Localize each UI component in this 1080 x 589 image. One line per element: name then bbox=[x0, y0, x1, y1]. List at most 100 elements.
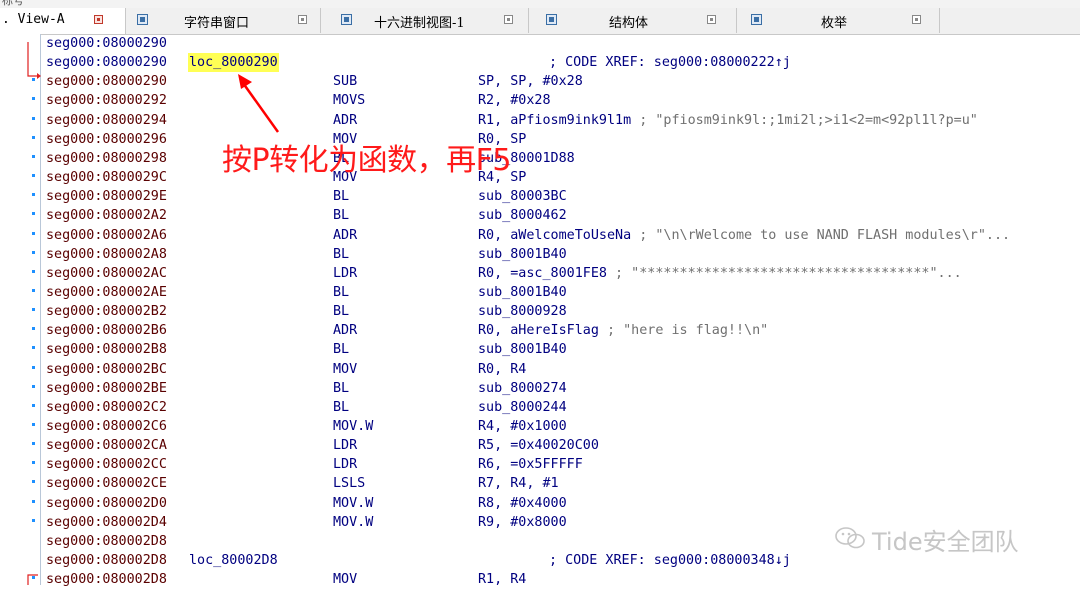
operands[interactable]: R8, #0x4000 bbox=[478, 494, 567, 513]
disasm-row[interactable]: seg000:08000290 loc_8000290 ; CODE XREF: s… bbox=[0, 53, 1080, 73]
address[interactable]: seg000:08000292 bbox=[46, 91, 167, 110]
operands[interactable]: sub_8001B40 bbox=[478, 283, 567, 302]
address[interactable]: seg000:080002BC bbox=[46, 360, 167, 379]
mnemonic[interactable]: ADR bbox=[333, 111, 357, 130]
mnemonic[interactable]: MOV.W bbox=[333, 494, 373, 513]
tab-enums[interactable]: 枚举 bbox=[737, 8, 940, 33]
mnemonic[interactable]: LSLS bbox=[333, 474, 365, 493]
tab-hex-view[interactable]: 十六进制视图-1 bbox=[321, 8, 529, 33]
operands[interactable]: R1, aPfiosm9ink9l1m ; "pfiosm9ink9l:;1mi… bbox=[478, 111, 978, 130]
mnemonic[interactable]: LDR bbox=[333, 436, 357, 455]
operand-text[interactable]: R1, aPfiosm9ink9l1m bbox=[478, 113, 631, 128]
operands[interactable]: sub_8001B40 bbox=[478, 340, 567, 359]
operand-text[interactable]: R6, =0x5FFFFF bbox=[478, 457, 583, 472]
address[interactable]: seg000:080002D8 bbox=[46, 570, 167, 589]
disasm-row[interactable]: seg000:08000290 SUB SP, SP, #0x28 bbox=[0, 72, 1080, 91]
address[interactable]: seg000:08000290 bbox=[46, 72, 167, 91]
operands[interactable]: sub_8001B40 bbox=[478, 245, 567, 264]
disasm-row[interactable]: seg000:080002B6 ADR R0, aHereIsFlag ; "her… bbox=[0, 321, 1080, 340]
operand-text[interactable]: R0, =asc_8001FE8 bbox=[478, 266, 607, 281]
address[interactable]: seg000:08000294 bbox=[46, 111, 167, 130]
operands[interactable]: sub_8000462 bbox=[478, 206, 567, 225]
address[interactable]: seg000:080002CE bbox=[46, 474, 167, 493]
operand-text[interactable]: R9, #0x8000 bbox=[478, 515, 567, 530]
address[interactable]: seg000:080002BE bbox=[46, 379, 167, 398]
disasm-row[interactable]: seg000:080002CA LDR R5, =0x40020C00 bbox=[0, 436, 1080, 455]
mnemonic[interactable]: MOV bbox=[333, 360, 357, 379]
operands[interactable]: SP, SP, #0x28 bbox=[478, 72, 583, 91]
address[interactable]: seg000:080002A6 bbox=[46, 226, 167, 245]
operands[interactable]: R1, R4 bbox=[478, 570, 526, 589]
code-xref-comment[interactable]: ; CODE XREF: seg000:08000348↓j bbox=[549, 551, 791, 570]
operand-text[interactable]: sub_8001B40 bbox=[478, 342, 567, 357]
disasm-row[interactable]: seg000:080002C6 MOV.W R4, #0x1000 bbox=[0, 417, 1080, 436]
address[interactable]: seg000:08000298 bbox=[46, 149, 167, 168]
operand-text[interactable]: R0, aHereIsFlag bbox=[478, 323, 599, 338]
address[interactable]: seg000:080002B6 bbox=[46, 321, 167, 340]
mnemonic[interactable]: MOV.W bbox=[333, 513, 373, 532]
address[interactable]: seg000:0800029C bbox=[46, 168, 167, 187]
operands[interactable]: R0, aWelcomeToUseNa ; "\n\rWelcome to us… bbox=[478, 226, 1010, 245]
mnemonic[interactable]: BL bbox=[333, 206, 349, 225]
address[interactable]: seg000:080002CC bbox=[46, 455, 167, 474]
operand-text[interactable]: R8, #0x4000 bbox=[478, 496, 567, 511]
operands[interactable]: R5, =0x40020C00 bbox=[478, 436, 599, 455]
operand-text[interactable]: sub_8000462 bbox=[478, 208, 567, 223]
operands[interactable]: sub_80003BC bbox=[478, 187, 567, 206]
disasm-row[interactable]: seg000:080002C2 BL sub_8000244 bbox=[0, 398, 1080, 417]
disasm-row[interactable]: seg000:080002B2 BL sub_8000928 bbox=[0, 302, 1080, 321]
operand-text[interactable]: sub_8001B40 bbox=[478, 285, 567, 300]
operand-text[interactable]: R4, #0x1000 bbox=[478, 419, 567, 434]
operands[interactable]: R7, R4, #1 bbox=[478, 474, 559, 493]
code-label[interactable]: loc_8000290 bbox=[188, 53, 279, 73]
code-xref-comment[interactable]: ; CODE XREF: seg000:08000222↑j bbox=[549, 53, 791, 72]
operand-text[interactable]: sub_8001B40 bbox=[478, 247, 567, 262]
disasm-row[interactable]: seg000:080002A2 BL sub_8000462 bbox=[0, 206, 1080, 225]
address[interactable]: seg000:080002B8 bbox=[46, 340, 167, 359]
address[interactable]: seg000:08000296 bbox=[46, 130, 167, 149]
address[interactable]: seg000:080002D8 bbox=[46, 551, 167, 570]
disasm-row[interactable]: seg000:080002D0 MOV.W R8, #0x4000 bbox=[0, 494, 1080, 513]
disasm-row[interactable]: seg000:08000296 MOV R0, SP bbox=[0, 130, 1080, 149]
mnemonic[interactable]: LDR bbox=[333, 264, 357, 283]
disasm-row[interactable]: seg000:080002AC LDR R0, =asc_8001FE8 ; "**… bbox=[0, 264, 1080, 283]
operands[interactable]: R9, #0x8000 bbox=[478, 513, 567, 532]
close-icon[interactable] bbox=[707, 15, 716, 24]
operand-text[interactable]: R0, aWelcomeToUseNa bbox=[478, 228, 631, 243]
operand-text[interactable]: R2, #0x28 bbox=[478, 93, 551, 108]
address[interactable]: seg000:08000290 bbox=[46, 34, 167, 53]
mnemonic[interactable]: ADR bbox=[333, 321, 357, 340]
operand-text[interactable]: SP, SP, #0x28 bbox=[478, 74, 583, 89]
disasm-row[interactable]: seg000:08000290 bbox=[0, 34, 1080, 53]
mnemonic[interactable]: BL bbox=[333, 187, 349, 206]
operands[interactable]: R4, #0x1000 bbox=[478, 417, 567, 436]
operand-text[interactable]: sub_80003BC bbox=[478, 189, 567, 204]
mnemonic[interactable]: BL bbox=[333, 398, 349, 417]
disasm-row[interactable]: seg000:0800029E BL sub_80003BC bbox=[0, 187, 1080, 206]
operands[interactable]: sub_8000274 bbox=[478, 379, 567, 398]
mnemonic[interactable]: LDR bbox=[333, 455, 357, 474]
mnemonic[interactable]: BL bbox=[333, 302, 349, 321]
address[interactable]: seg000:080002AE bbox=[46, 283, 167, 302]
mnemonic[interactable]: ADR bbox=[333, 226, 357, 245]
close-icon[interactable] bbox=[912, 15, 921, 24]
address[interactable]: seg000:080002AC bbox=[46, 264, 167, 283]
operand-text[interactable]: R0, R4 bbox=[478, 362, 526, 377]
operand-text[interactable]: sub_8000928 bbox=[478, 304, 567, 319]
close-icon[interactable] bbox=[298, 15, 307, 24]
code-label[interactable]: loc_80002D8 bbox=[189, 551, 278, 570]
operands[interactable]: R0, aHereIsFlag ; "here is flag!!\n" bbox=[478, 321, 768, 340]
operand-text[interactable]: sub_8000274 bbox=[478, 381, 567, 396]
disasm-row[interactable]: seg000:080002D8 MOV R1, R4 bbox=[0, 570, 1080, 589]
mnemonic[interactable]: MOV.W bbox=[333, 417, 373, 436]
disasm-row[interactable]: seg000:080002CC LDR R6, =0x5FFFFF bbox=[0, 455, 1080, 474]
disasm-row[interactable]: seg000:08000294 ADR R1, aPfiosm9ink9l1m ; … bbox=[0, 111, 1080, 130]
address[interactable]: seg000:080002C2 bbox=[46, 398, 167, 417]
operands[interactable]: R0, =asc_8001FE8 ; "********************… bbox=[478, 264, 962, 283]
disasm-row[interactable]: seg000:080002AE BL sub_8001B40 bbox=[0, 283, 1080, 302]
operand-text[interactable]: R7, R4, #1 bbox=[478, 476, 559, 491]
operands[interactable]: sub_8000244 bbox=[478, 398, 567, 417]
mnemonic[interactable]: BL bbox=[333, 245, 349, 264]
operand-text[interactable]: R5, =0x40020C00 bbox=[478, 438, 599, 453]
address[interactable]: seg000:080002D8 bbox=[46, 532, 167, 551]
